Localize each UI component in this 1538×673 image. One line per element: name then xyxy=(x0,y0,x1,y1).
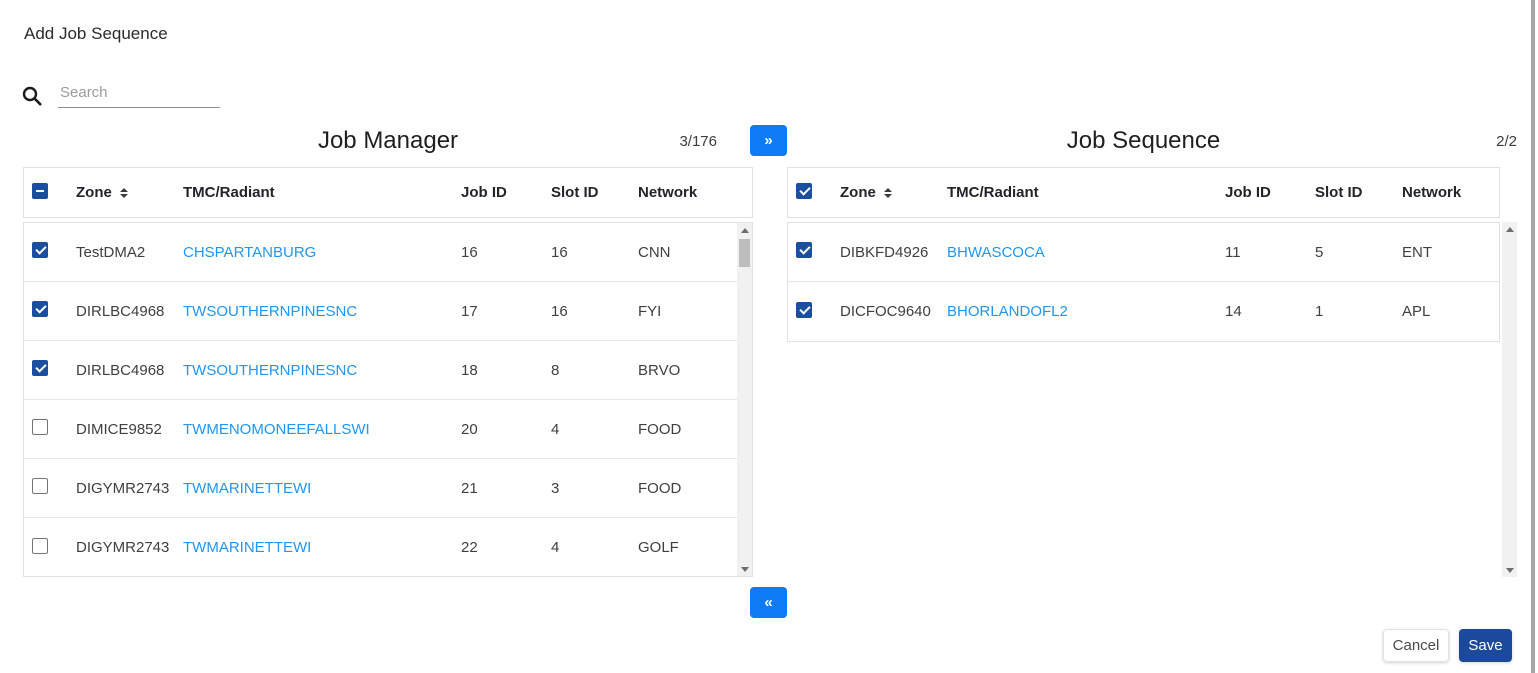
scroll-up-icon[interactable] xyxy=(737,223,752,237)
move-to-manager-button[interactable]: « xyxy=(750,587,787,618)
tmc-link[interactable]: TWSOUTHERNPINESNC xyxy=(183,362,357,379)
network-cell: BRVO xyxy=(638,361,681,379)
slot-id-cell: 4 xyxy=(551,420,560,438)
job-id-header: Job ID xyxy=(1225,184,1271,201)
row-checkbox[interactable] xyxy=(32,478,48,494)
table-row[interactable]: DIRLBC4968 TWSOUTHERNPINESNC 17 16 FYI xyxy=(24,282,737,341)
tmc-link[interactable]: TWSOUTHERNPINESNC xyxy=(183,303,357,320)
slot-id-cell: 1 xyxy=(1315,303,1324,320)
zone-cell: DIGYMR2743 xyxy=(76,479,170,497)
job-id-cell: 22 xyxy=(461,539,478,556)
search-input[interactable] xyxy=(58,82,220,108)
tmc-link[interactable]: TWMARINETTEWI xyxy=(183,539,311,556)
table-row[interactable]: DIBKFD4926 BHWASCOCA 11 5 ENT xyxy=(788,223,1499,282)
zone-cell: DIGYMR2743 xyxy=(76,539,170,556)
tmc-link[interactable]: BHWASCOCA xyxy=(947,244,1045,261)
job-manager-count: 3/176 xyxy=(679,133,717,150)
slot-id-header: Slot ID xyxy=(1315,184,1363,201)
network-cell: FOOD xyxy=(638,479,682,497)
job-sequence-header: Zone TMC/Radiant Job ID Slot ID Network xyxy=(787,167,1500,218)
table-row[interactable]: DIRLBC4968 TWSOUTHERNPINESNC 18 8 BRVO xyxy=(24,341,737,400)
save-button[interactable]: Save xyxy=(1459,629,1512,662)
search-icon xyxy=(22,86,42,106)
zone-sort-header[interactable]: Zone xyxy=(76,184,183,201)
page-title: Add Job Sequence xyxy=(24,24,168,43)
network-cell: FOOD xyxy=(638,420,682,438)
slot-id-cell: 16 xyxy=(551,243,568,261)
job-manager-title: Job Manager xyxy=(317,127,459,154)
job-manager-panel: Job Manager 3/176 Zone TMC/Radiant Job I… xyxy=(23,120,753,577)
table-row[interactable]: DIGYMR2743 TWMARINETTEWI 22 4 GOLF xyxy=(24,518,737,576)
search-bar xyxy=(22,82,220,108)
zone-sort-header[interactable]: Zone xyxy=(840,184,947,201)
sort-icon xyxy=(119,187,128,198)
row-checkbox[interactable] xyxy=(32,419,48,435)
tmc-link[interactable]: TWMENOMONEEFALLSWI xyxy=(183,421,370,438)
job-manager-body: TestDMA2 CHSPARTANBURG 16 16 CNN DIRLBC4… xyxy=(23,222,753,577)
select-all-checkbox[interactable] xyxy=(796,182,812,199)
row-checkbox[interactable] xyxy=(796,242,812,258)
job-id-cell: 11 xyxy=(1225,243,1241,261)
tmc-link[interactable]: TWMARINETTEWI xyxy=(183,480,311,497)
zone-cell: DIRLBC4968 xyxy=(76,361,165,379)
slot-id-cell: 3 xyxy=(551,479,560,497)
row-checkbox[interactable] xyxy=(32,537,48,554)
tmc-header: TMC/Radiant xyxy=(947,184,1039,201)
network-cell: ENT xyxy=(1402,243,1432,261)
network-cell: FYI xyxy=(638,302,662,320)
row-checkbox[interactable] xyxy=(32,242,48,258)
scroll-up-icon[interactable] xyxy=(1502,222,1517,236)
network-cell: APL xyxy=(1402,303,1431,320)
table-row[interactable]: DIMICE9852 TWMENOMONEEFALLSWI 20 4 FOOD xyxy=(24,400,737,459)
zone-cell: DIMICE9852 xyxy=(76,420,162,438)
network-header: Network xyxy=(638,184,698,201)
job-id-header: Job ID xyxy=(461,184,507,201)
tmc-header: TMC/Radiant xyxy=(183,184,275,201)
job-manager-scrollbar xyxy=(737,223,752,576)
window-scrollbar-track xyxy=(1531,0,1535,673)
job-sequence-scrollbar xyxy=(1502,222,1517,577)
select-all-checkbox[interactable] xyxy=(32,182,48,199)
job-sequence-panel: Job Sequence 2/2 Zone TMC/Radiant Job ID… xyxy=(787,120,1517,342)
zone-cell: DICFOC9640 xyxy=(840,303,931,320)
job-sequence-title: Job Sequence xyxy=(1066,127,1221,154)
tmc-link[interactable]: BHORLANDOFL2 xyxy=(947,303,1068,320)
job-id-cell: 21 xyxy=(461,479,478,497)
job-id-cell: 16 xyxy=(461,243,478,261)
table-row[interactable]: DIGYMR2743 TWMARINETTEWI 21 3 FOOD xyxy=(24,459,737,518)
tmc-link[interactable]: CHSPARTANBURG xyxy=(183,244,316,261)
scrollbar-thumb[interactable] xyxy=(739,239,750,267)
move-to-sequence-button[interactable]: » xyxy=(750,125,787,156)
scroll-down-icon[interactable] xyxy=(737,562,752,576)
slot-id-cell: 8 xyxy=(551,361,560,379)
slot-id-header: Slot ID xyxy=(551,184,599,201)
cancel-button[interactable]: Cancel xyxy=(1383,629,1449,662)
scroll-down-icon[interactable] xyxy=(1502,563,1517,577)
table-row[interactable]: DICFOC9640 BHORLANDOFL2 14 1 APL xyxy=(788,282,1499,341)
slot-id-cell: 16 xyxy=(551,302,568,320)
job-id-cell: 17 xyxy=(461,302,478,320)
table-row[interactable]: TestDMA2 CHSPARTANBURG 16 16 CNN xyxy=(24,223,737,282)
network-cell: GOLF xyxy=(638,539,679,556)
job-manager-header: Zone TMC/Radiant Job ID Slot ID Network xyxy=(23,167,753,218)
slot-id-cell: 4 xyxy=(551,539,560,556)
row-checkbox[interactable] xyxy=(32,360,48,376)
job-sequence-count: 2/2 xyxy=(1496,133,1517,150)
sort-icon xyxy=(883,187,892,198)
network-header: Network xyxy=(1402,184,1462,201)
job-id-cell: 18 xyxy=(461,361,478,379)
zone-cell: TestDMA2 xyxy=(76,243,146,261)
zone-cell: DIBKFD4926 xyxy=(840,243,929,261)
job-id-cell: 20 xyxy=(461,420,478,438)
job-id-cell: 14 xyxy=(1225,303,1242,320)
slot-id-cell: 5 xyxy=(1315,243,1324,261)
row-checkbox[interactable] xyxy=(796,301,812,318)
row-checkbox[interactable] xyxy=(32,301,48,317)
zone-cell: DIRLBC4968 xyxy=(76,302,165,320)
network-cell: CNN xyxy=(638,243,671,261)
job-sequence-body: DIBKFD4926 BHWASCOCA 11 5 ENT DICFOC9640… xyxy=(787,222,1500,342)
